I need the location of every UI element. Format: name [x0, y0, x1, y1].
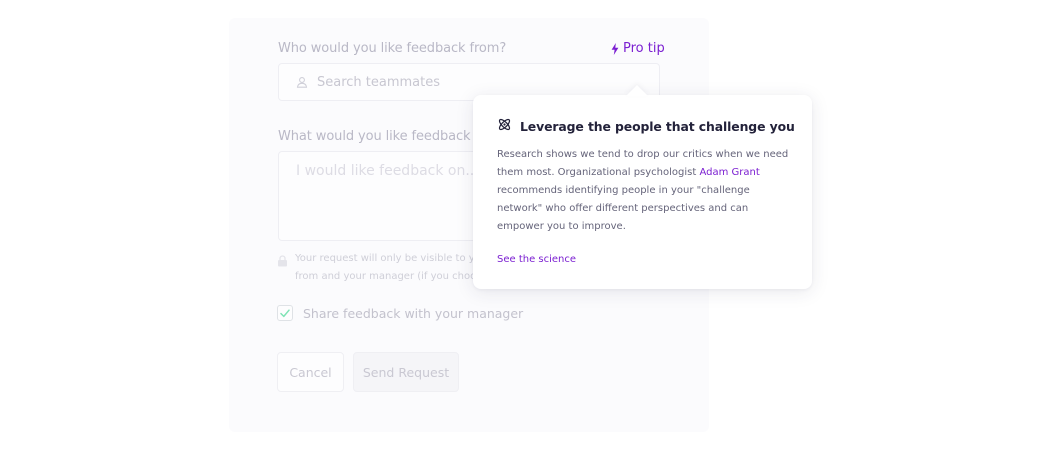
person-icon — [296, 76, 308, 88]
checkmark-icon — [280, 308, 290, 317]
popover-body-text-2: recommends identifying people in your "c… — [497, 185, 750, 232]
adam-grant-link[interactable]: Adam Grant — [699, 167, 759, 178]
who-label: Who would you like feedback from? — [278, 41, 507, 56]
pro-tip-label: Pro tip — [623, 41, 665, 56]
pro-tip-link[interactable]: Pro tip — [611, 41, 665, 56]
share-with-manager-option[interactable]: Share feedback with your manager — [277, 305, 523, 321]
share-label: Share feedback with your manager — [303, 305, 524, 321]
stage: Who would you like feedback from? Pro ti… — [0, 0, 1062, 473]
cancel-button[interactable]: Cancel — [277, 352, 344, 392]
what-label: What would you like feedback ab — [278, 129, 491, 144]
popover-title: Leverage the people that challenge you — [520, 119, 795, 134]
popover-header: Leverage the people that challenge you — [497, 117, 795, 136]
search-input[interactable] — [317, 74, 617, 90]
popover-body: Research shows we tend to drop our criti… — [497, 146, 793, 236]
send-request-button[interactable]: Send Request — [353, 352, 459, 392]
lock-icon — [277, 252, 288, 286]
atom-icon — [497, 117, 512, 136]
share-checkbox[interactable] — [277, 305, 293, 321]
pro-tip-popover: Leverage the people that challenge you R… — [473, 85, 812, 289]
see-the-science-link[interactable]: See the science — [497, 254, 576, 265]
lightning-icon — [611, 42, 619, 55]
popover-arrow — [626, 85, 648, 96]
